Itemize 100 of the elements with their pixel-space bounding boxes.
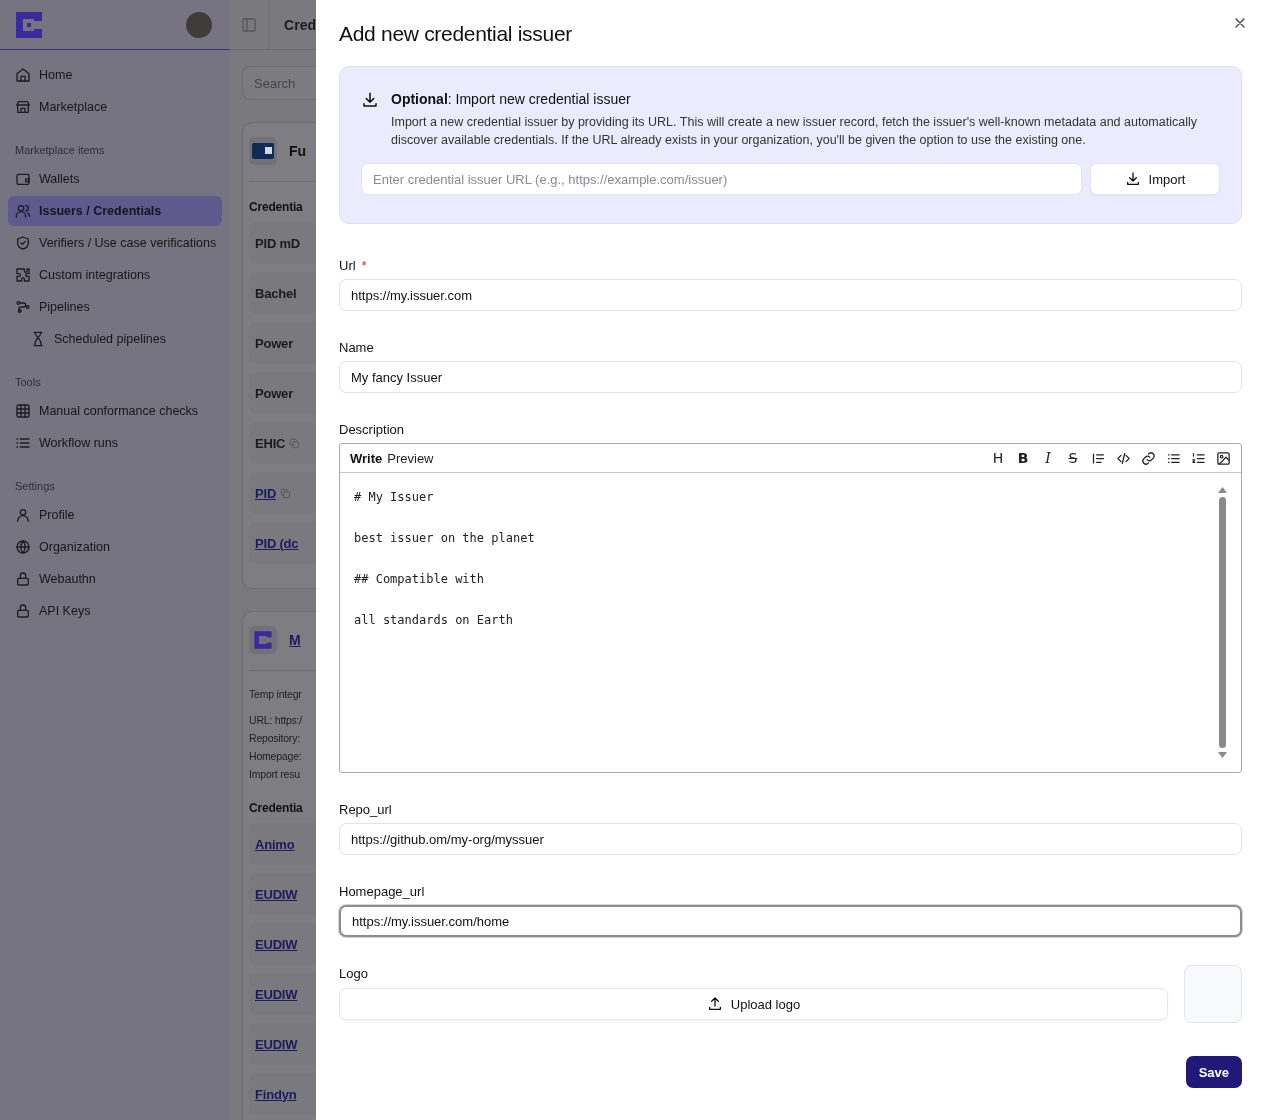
credential-link[interactable]: EUDIW xyxy=(255,936,298,952)
globe-icon xyxy=(15,539,31,555)
text-field[interactable]: https://my.issuer.com xyxy=(339,279,1242,311)
credential-row[interactable]: PID (dc xyxy=(249,522,316,564)
sidebar-item[interactable]: Issuers / Credentials xyxy=(8,196,222,226)
sidebar-item[interactable]: Marketplace xyxy=(8,92,222,122)
credential-row[interactable]: Power xyxy=(249,372,316,414)
markdown-editor[interactable]: Write Preview H B I S # My Issuer best issuer on the planet ## Compatible with all standards on Earth xyxy=(339,443,1242,773)
credential-link[interactable]: PID (dc xyxy=(255,535,299,551)
field-label: Homepage_url xyxy=(339,884,426,899)
image-button[interactable] xyxy=(1215,450,1231,466)
sidebar-item[interactable]: Scheduled pipelines xyxy=(8,324,222,354)
section-heading: Credentia xyxy=(249,200,304,214)
lock-icon xyxy=(15,603,31,619)
credential-row[interactable]: Bachel xyxy=(249,272,316,314)
id-card-icon xyxy=(252,143,274,159)
store-icon xyxy=(15,99,31,115)
issuer-url-input[interactable]: Enter credential issuer URL (e.g., https://example.com/issuer) xyxy=(361,163,1082,195)
card-title-link[interactable]: M xyxy=(289,632,301,648)
sidebar-item[interactable]: Organization xyxy=(8,532,222,562)
credential-name: Bachel xyxy=(255,285,297,301)
detail-text: URL: https:/ xyxy=(249,713,304,728)
strikethrough-button[interactable]: S xyxy=(1065,450,1081,466)
sidebar-item[interactable]: Webauthn xyxy=(8,564,222,594)
import-button[interactable]: Import xyxy=(1090,163,1220,195)
hourglass-icon xyxy=(30,331,46,347)
save-button[interactable]: Save xyxy=(1185,1056,1242,1088)
credential-row[interactable]: PID xyxy=(249,472,316,514)
page-title: Cred xyxy=(283,16,316,33)
credential-row[interactable]: EUDIW xyxy=(249,873,316,915)
required-mark: * xyxy=(361,258,367,273)
sidebar-item[interactable]: Wallets xyxy=(8,164,222,194)
scrollbar-thumb[interactable] xyxy=(1218,497,1226,748)
download-icon xyxy=(1124,171,1141,187)
workflow-icon xyxy=(15,299,31,315)
credential-row[interactable]: EUDIW xyxy=(249,1023,316,1065)
scroll-down-icon[interactable] xyxy=(1217,752,1227,758)
italic-button[interactable]: I xyxy=(1040,450,1056,466)
dialog-title: Add new credential issuer xyxy=(339,22,573,46)
text-field[interactable]: My fancy Issuer xyxy=(339,361,1242,393)
credential-link[interactable]: EUDIW xyxy=(255,1036,298,1052)
credential-row[interactable]: Animo xyxy=(249,823,316,865)
credential-name: EHIC xyxy=(255,435,286,451)
credential-link[interactable]: Animo xyxy=(255,836,295,852)
credential-row[interactable]: Power xyxy=(249,322,316,364)
panel-icon xyxy=(241,16,258,33)
sidebar-item[interactable]: Verifiers / Use case verifications xyxy=(8,228,222,258)
logo-preview xyxy=(1184,965,1242,1023)
sidebar-item[interactable]: API Keys xyxy=(8,596,222,626)
upload-logo-button[interactable]: Upload logo xyxy=(339,988,1168,1020)
field-label: Repo_url xyxy=(339,802,393,817)
import-heading: Optional: Import new credential issuer xyxy=(391,91,632,107)
credential-name: Power xyxy=(255,335,293,351)
card-title: Fu xyxy=(289,143,307,159)
credential-name: PID mD xyxy=(255,235,301,251)
download-icon xyxy=(361,91,379,109)
section-heading: Settings xyxy=(14,480,56,492)
editor-tab[interactable]: Preview xyxy=(387,450,439,466)
credential-name: Power xyxy=(255,385,293,401)
search-field[interactable]: Search xyxy=(242,66,316,100)
detail-text: Import resu xyxy=(249,767,301,782)
numbered-list-button[interactable] xyxy=(1190,450,1206,466)
heading-button[interactable]: H xyxy=(990,450,1006,466)
sidebar-item[interactable]: Profile xyxy=(8,500,222,530)
credential-link[interactable]: EUDIW xyxy=(255,986,298,1002)
text-field[interactable]: https://my.issuer.com/home xyxy=(339,905,1242,937)
home-icon xyxy=(15,67,31,83)
sidebar-item[interactable]: Workflow runs xyxy=(8,428,222,458)
credential-row[interactable]: EUDIW xyxy=(249,973,316,1015)
import-description: Import a new credential issuer by providing its URL. This will create a new issuer record, fetch the issuer's well-known metadata and automatically discover available credentials. If the URL already exists in your organization, you'll be given the option to use the existing one. xyxy=(391,114,1198,149)
credential-row[interactable]: EUDIW xyxy=(249,923,316,965)
sidebar-item[interactable]: Pipelines xyxy=(8,292,222,322)
upload-icon xyxy=(706,996,723,1012)
code-button[interactable] xyxy=(1115,450,1131,466)
credential-row[interactable]: Findyn xyxy=(249,1073,316,1115)
wallet-icon xyxy=(15,171,31,187)
sidebar-item[interactable]: Manual conformance checks xyxy=(8,396,222,426)
credential-row[interactable]: EHIC xyxy=(249,422,316,464)
sidebar-item[interactable]: Custom integrations xyxy=(8,260,222,290)
users-icon xyxy=(15,203,31,219)
list-icon xyxy=(15,435,31,451)
detail-text: Repository: xyxy=(249,731,301,746)
quote-button[interactable] xyxy=(1090,450,1106,466)
section-heading: Tools xyxy=(14,376,42,388)
copy-icon xyxy=(280,487,292,499)
bold-button[interactable]: B xyxy=(1015,450,1031,466)
sidebar-item[interactable]: Home xyxy=(8,60,222,90)
credential-link[interactable]: PID xyxy=(255,485,277,501)
avatar[interactable] xyxy=(186,11,212,38)
credential-link[interactable]: EUDIW xyxy=(255,886,298,902)
credential-link[interactable]: Findyn xyxy=(255,1086,297,1102)
field-label: Logo xyxy=(339,966,369,981)
credential-row[interactable]: PID mD xyxy=(249,222,316,264)
detail-text: Temp integr xyxy=(249,687,303,702)
editor-tab[interactable]: Write xyxy=(350,450,388,466)
scroll-up-icon[interactable] xyxy=(1217,487,1227,493)
link-button[interactable] xyxy=(1140,450,1156,466)
text-field[interactable]: https://github.om/my-org/myssuer xyxy=(339,823,1242,855)
copy-icon xyxy=(289,437,301,449)
table-icon xyxy=(15,403,31,419)
